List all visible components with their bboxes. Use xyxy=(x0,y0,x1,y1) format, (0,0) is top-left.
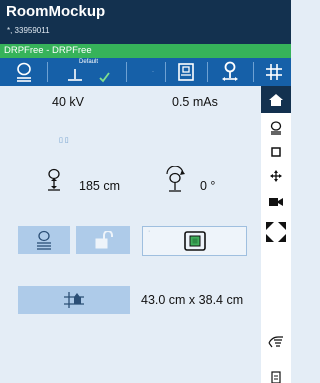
sidebar-item-home[interactable] xyxy=(261,86,291,113)
toolbar-separator xyxy=(47,62,48,82)
default-check-icon xyxy=(99,72,110,83)
mas-value[interactable]: 0.5 mAs xyxy=(172,95,218,109)
app-subtitle: *, 33959011 xyxy=(7,26,50,35)
hand-icon xyxy=(268,336,283,348)
toolbar-dot: · xyxy=(152,69,154,75)
lock-button[interactable] xyxy=(76,226,130,254)
toolbar-separator xyxy=(207,62,208,82)
toolbar-separator xyxy=(126,62,127,82)
toolbar: Default · xyxy=(0,58,291,86)
move-icon xyxy=(270,170,282,182)
wall-stand-button[interactable] xyxy=(172,58,200,86)
kv-value[interactable]: 40 kV xyxy=(52,95,84,109)
grid-icon xyxy=(266,64,282,80)
status-label: DRPFree - DRPFree xyxy=(4,45,92,56)
grid-button[interactable] xyxy=(260,58,288,86)
unlock-icon xyxy=(95,231,113,249)
sidebar-item-collimator[interactable] xyxy=(261,141,291,163)
toolbar-separator xyxy=(165,62,166,82)
distance-value[interactable]: 185 cm xyxy=(79,179,120,193)
sidebar-item-hand[interactable] xyxy=(261,328,291,354)
field-size-value: 43.0 cm x 38.4 cm xyxy=(141,293,244,307)
detector-tool-button[interactable] xyxy=(10,58,38,86)
collimator-icon xyxy=(271,147,281,157)
angle-value[interactable]: 0 ° xyxy=(200,179,215,193)
collimation-button[interactable] xyxy=(18,286,130,314)
sidebar-item-move[interactable] xyxy=(261,165,291,187)
sidebar-item-document[interactable] xyxy=(261,370,291,383)
sidebar-item-detector[interactable] xyxy=(261,117,291,139)
expand-icon xyxy=(266,222,286,242)
document-icon xyxy=(271,370,281,383)
default-label: Default xyxy=(79,59,99,65)
sidebar-item-expand[interactable] xyxy=(261,218,291,246)
detector-icon xyxy=(17,62,31,82)
collimation-icon xyxy=(64,292,84,308)
sidebar-item-camera[interactable] xyxy=(261,191,291,213)
sidebar xyxy=(261,86,291,383)
toolbar-separator xyxy=(253,62,254,82)
title-bar: RoomMockup *, 33959011 xyxy=(0,0,291,44)
patient-position-button[interactable] xyxy=(215,58,245,86)
patient-position-icon xyxy=(222,61,238,81)
small-mark: · xyxy=(148,228,151,235)
home-icon xyxy=(269,93,283,106)
detector-icon xyxy=(270,121,282,135)
ghost-marks: ▯ ▯ xyxy=(59,137,69,144)
status-bar: DRPFree - DRPFree xyxy=(0,44,291,58)
camera-icon xyxy=(269,198,283,206)
auto-center-button[interactable] xyxy=(18,226,70,254)
detector-center-icon xyxy=(37,230,51,250)
detector-field-button[interactable]: · xyxy=(142,226,247,256)
source-distance-icon xyxy=(48,168,60,191)
tube-angle-icon xyxy=(166,166,185,192)
app-title: RoomMockup xyxy=(6,3,106,20)
main-panel: 40 kV 0.5 mAs ▯ ▯ 185 cm 0 ° · 43.0 cm x… xyxy=(0,86,261,383)
wall-stand-icon xyxy=(178,63,194,81)
detector-field-icon xyxy=(183,231,206,251)
